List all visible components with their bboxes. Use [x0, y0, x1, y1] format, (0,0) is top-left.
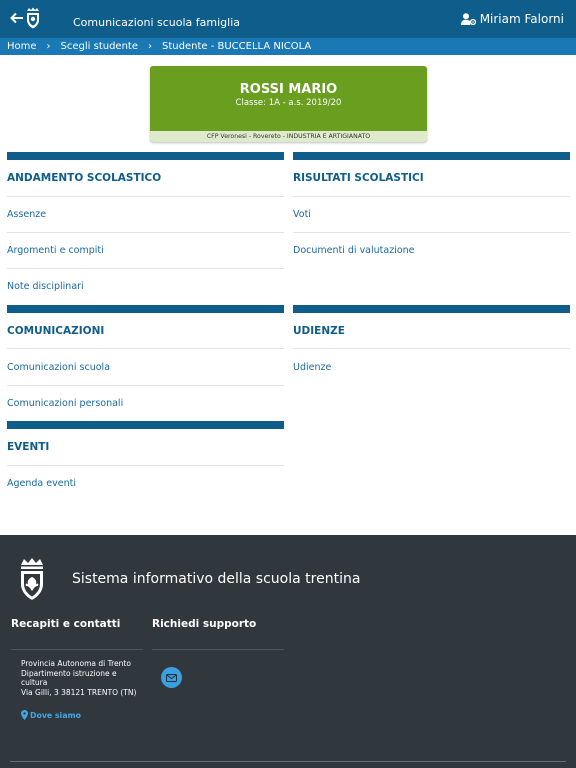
student-class: Classe: 1A - a.s. 2019/20	[235, 98, 342, 108]
trentino-crest-icon	[21, 558, 43, 600]
user-menu[interactable]: Miriam Falorni	[460, 12, 564, 26]
address-line: Via Gilli, 3 38121 TRENTO (TN)	[21, 687, 137, 697]
menu-item-voti[interactable]: Voti	[293, 209, 311, 220]
menu-item-comunicazioni-personali[interactable]: Comunicazioni personali	[7, 398, 123, 409]
section-title-risultati: RISULTATI SCOLASTICI	[293, 172, 424, 184]
footer-divider	[152, 649, 284, 650]
student-name: ROSSI MARIO	[239, 82, 338, 97]
menu-item-agenda-eventi[interactable]: Agenda eventi	[7, 478, 76, 489]
breadcrumb-choose-student[interactable]: Scegli studente	[61, 41, 138, 52]
address-line: Provincia Autonoma di Trento	[21, 659, 131, 668]
envelope-icon	[166, 673, 177, 682]
support-email-button[interactable]	[161, 667, 182, 688]
divider	[7, 348, 284, 349]
footer-contacts-heading: Recapiti e contatti	[11, 618, 121, 630]
divider	[293, 232, 570, 233]
breadcrumb: Home › Scegli studente › Studente - BUCC…	[0, 38, 576, 55]
breadcrumb-chevron-icon: ›	[148, 41, 152, 52]
divider	[7, 232, 284, 233]
footer-support-heading: Richiedi supporto	[152, 618, 257, 630]
menu-item-note-disciplinari[interactable]: Note disciplinari	[7, 281, 84, 292]
section-title-comunicazioni: COMUNICAZIONI	[7, 325, 105, 337]
app-header: Comunicazioni scuola famiglia Miriam Fal…	[0, 0, 576, 38]
divider	[7, 385, 284, 386]
footer-bottom-divider	[10, 761, 566, 762]
user-settings-icon	[460, 13, 476, 25]
back-arrow-icon[interactable]	[9, 10, 25, 26]
section-title-udienze: UDIENZE	[293, 325, 345, 337]
footer-address: Provincia Autonoma di Trento Dipartiment…	[21, 659, 136, 697]
footer-divider	[11, 649, 143, 650]
menu-item-udienze[interactable]: Udienze	[293, 362, 331, 373]
student-school: CFP Veronesi - Rovereto - INDUSTRIA E AR…	[150, 131, 427, 142]
map-pin-icon	[21, 710, 28, 720]
section-bar-andamento	[7, 152, 284, 160]
section-bar-comunicazioni	[7, 305, 284, 313]
menu-item-documenti-valutazione[interactable]: Documenti di valutazione	[293, 245, 415, 256]
app-title: Comunicazioni scuola famiglia	[73, 16, 240, 29]
menu-item-argomenti-compiti[interactable]: Argomenti e compiti	[7, 245, 104, 256]
menu-item-assenze[interactable]: Assenze	[7, 209, 46, 220]
divider	[293, 348, 570, 349]
page-footer: Sistema informativo della scuola trentin…	[0, 535, 576, 768]
breadcrumb-chevron-icon: ›	[46, 41, 51, 52]
section-bar-udienze	[293, 305, 570, 313]
footer-title: Sistema informativo della scuola trentin…	[72, 571, 361, 587]
user-name: Miriam Falorni	[479, 12, 564, 26]
breadcrumb-current-student: Studente - BUCCELLA NICOLA	[162, 41, 312, 52]
breadcrumb-home[interactable]: Home	[7, 41, 37, 52]
section-bar-risultati	[293, 152, 570, 160]
section-title-eventi: EVENTI	[7, 441, 50, 453]
student-card[interactable]: ROSSI MARIO Classe: 1A - a.s. 2019/20 CF…	[150, 66, 427, 142]
where-we-are-label: Dove siamo	[30, 710, 81, 720]
menu-item-comunicazioni-scuola[interactable]: Comunicazioni scuola	[7, 362, 110, 373]
trentino-crest-icon	[27, 7, 39, 29]
divider	[7, 268, 284, 269]
where-we-are-link[interactable]: Dove siamo	[21, 710, 81, 720]
divider	[7, 465, 284, 466]
address-line: Dipartimento istruzione e	[21, 668, 117, 678]
divider	[7, 196, 284, 197]
section-title-andamento: ANDAMENTO SCOLASTICO	[7, 172, 162, 184]
divider	[293, 196, 570, 197]
address-line: cultura	[21, 678, 48, 687]
section-bar-eventi	[7, 421, 284, 429]
